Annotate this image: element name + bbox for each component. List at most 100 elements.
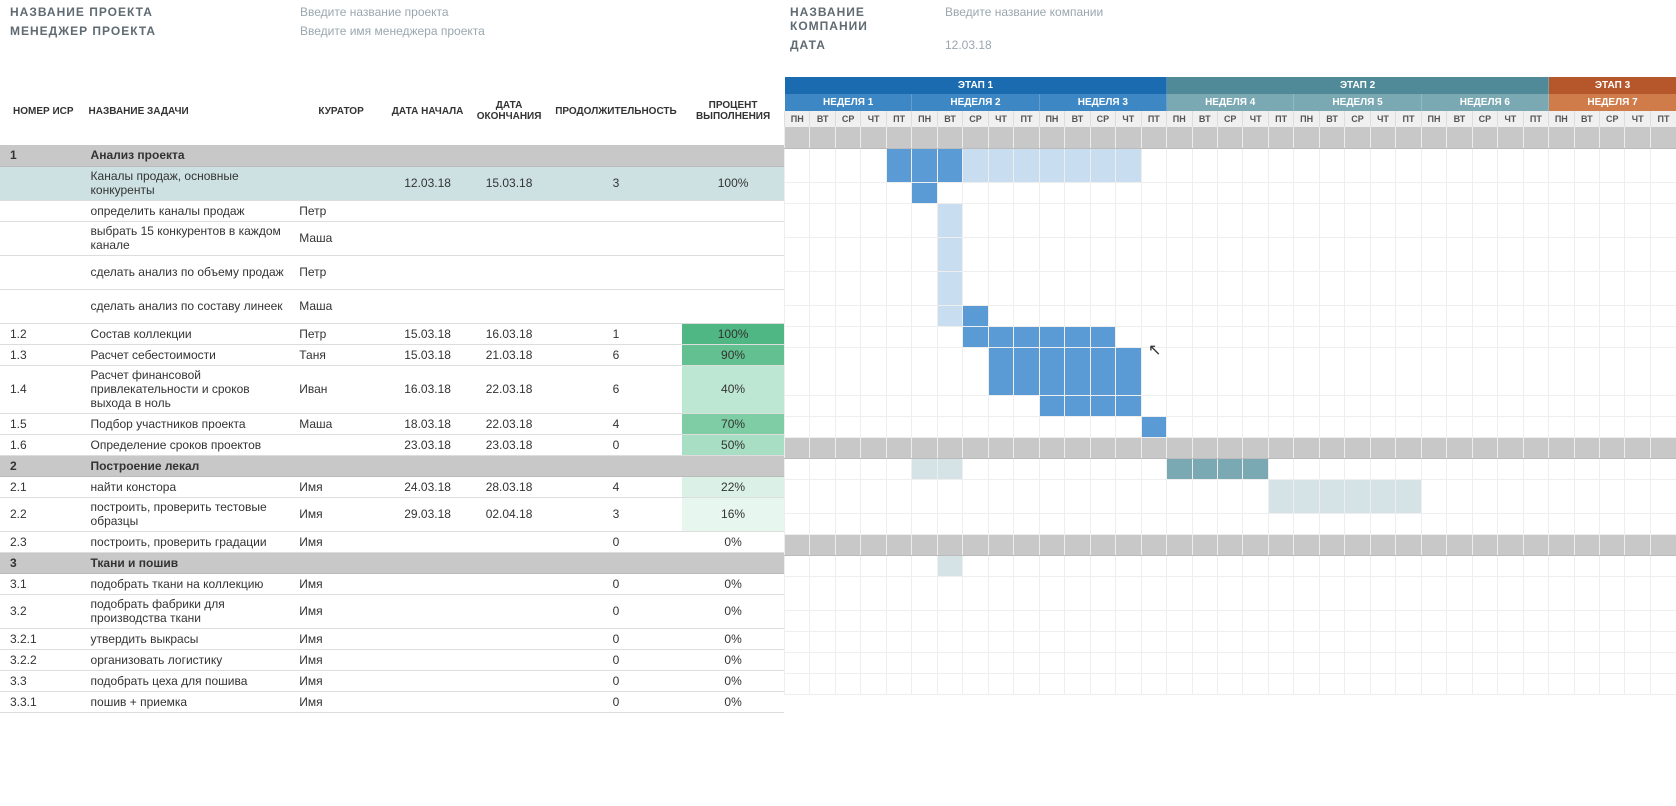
gantt-cell[interactable] — [1090, 631, 1115, 652]
gantt-cell[interactable] — [1014, 513, 1039, 534]
cell[interactable] — [550, 221, 682, 255]
gantt-cell[interactable] — [1319, 347, 1344, 395]
cell[interactable] — [387, 691, 468, 712]
gantt-cell[interactable] — [1549, 326, 1574, 347]
cell[interactable]: 50% — [682, 434, 784, 455]
gantt-cell[interactable] — [1650, 148, 1676, 182]
cell[interactable]: 3 — [550, 166, 682, 200]
gantt-cell[interactable] — [785, 555, 810, 576]
gantt-cell[interactable] — [1294, 576, 1319, 610]
gantt-cell[interactable] — [1039, 458, 1064, 479]
cell[interactable] — [468, 145, 549, 166]
gantt-cell[interactable] — [886, 513, 911, 534]
gantt-cell[interactable] — [1370, 610, 1395, 631]
gantt-cell[interactable] — [963, 347, 988, 395]
cell[interactable]: Имя — [295, 573, 387, 594]
gantt-cell[interactable] — [912, 610, 937, 631]
gantt-cell[interactable] — [1472, 458, 1497, 479]
gantt-cell[interactable] — [1574, 347, 1599, 395]
cell[interactable] — [0, 200, 87, 221]
gantt-cell[interactable] — [1065, 673, 1090, 694]
gantt-cell[interactable] — [1625, 326, 1650, 347]
gantt-cell[interactable] — [1498, 237, 1523, 271]
task-row[interactable]: 3.3подобрать цеха для пошиваИмя00% — [0, 670, 784, 691]
gantt-cell[interactable] — [1625, 416, 1650, 437]
gantt-cell[interactable] — [1472, 326, 1497, 347]
gantt-cell[interactable] — [1625, 673, 1650, 694]
gantt-cell[interactable] — [1345, 347, 1370, 395]
gantt-cell[interactable] — [1090, 479, 1115, 513]
day-header[interactable]: ЧТ — [861, 111, 886, 127]
gantt-cell[interactable] — [1650, 416, 1676, 437]
gantt-cell[interactable] — [1319, 326, 1344, 347]
gantt-cell[interactable] — [937, 203, 962, 237]
gantt-cell[interactable] — [810, 271, 835, 305]
day-header[interactable]: ПТ — [886, 111, 911, 127]
gantt-cell[interactable] — [963, 395, 988, 416]
gantt-cell[interactable] — [1065, 305, 1090, 326]
cell[interactable]: 0 — [550, 531, 682, 552]
gantt-cell[interactable] — [1268, 631, 1293, 652]
gantt-cell[interactable] — [785, 576, 810, 610]
gantt-cell[interactable] — [1090, 326, 1115, 347]
gantt-cell[interactable] — [1523, 395, 1548, 416]
gantt-cell[interactable] — [1141, 513, 1166, 534]
gantt-cell[interactable] — [861, 127, 886, 148]
cell[interactable] — [682, 455, 784, 476]
gantt-cell[interactable] — [861, 673, 886, 694]
gantt-cell[interactable] — [1498, 576, 1523, 610]
phase-header[interactable]: ЭТАП 1 — [785, 77, 1167, 94]
cell[interactable] — [468, 289, 549, 323]
gantt-cell[interactable] — [1014, 416, 1039, 437]
gantt-row[interactable] — [785, 555, 1676, 576]
gantt-cell[interactable] — [1141, 652, 1166, 673]
gantt-cell[interactable] — [1217, 576, 1242, 610]
gantt-cell[interactable] — [1523, 203, 1548, 237]
date-value[interactable]: 12.03.18 — [945, 38, 992, 52]
gantt-cell[interactable] — [1472, 127, 1497, 148]
gantt-cell[interactable] — [810, 673, 835, 694]
gantt-cell[interactable] — [1116, 182, 1141, 203]
gantt-timeline[interactable]: ЭТАП 1ЭТАП 2ЭТАП 3НЕДЕЛЯ 1НЕДЕЛЯ 2НЕДЕЛЯ… — [784, 77, 1676, 695]
gantt-cell[interactable] — [1014, 271, 1039, 305]
gantt-cell[interactable] — [1141, 182, 1166, 203]
gantt-cell[interactable] — [1498, 416, 1523, 437]
gantt-cell[interactable] — [1625, 148, 1650, 182]
gantt-cell[interactable] — [1294, 127, 1319, 148]
gantt-cell[interactable] — [1243, 416, 1268, 437]
gantt-cell[interactable] — [988, 534, 1013, 555]
gantt-cell[interactable] — [1396, 347, 1421, 395]
gantt-cell[interactable] — [1319, 437, 1344, 458]
gantt-cell[interactable] — [963, 305, 988, 326]
gantt-row[interactable] — [785, 673, 1676, 694]
gantt-cell[interactable] — [1141, 479, 1166, 513]
gantt-cell[interactable] — [1217, 534, 1242, 555]
gantt-cell[interactable] — [912, 182, 937, 203]
gantt-cell[interactable] — [861, 182, 886, 203]
gantt-cell[interactable] — [1014, 326, 1039, 347]
day-header[interactable]: ВТ — [810, 111, 835, 127]
gantt-cell[interactable] — [886, 610, 911, 631]
cell[interactable]: 22.03.18 — [468, 365, 549, 413]
cell[interactable] — [468, 221, 549, 255]
day-header[interactable]: ЧТ — [1625, 111, 1650, 127]
day-header[interactable]: ВТ — [937, 111, 962, 127]
gantt-cell[interactable] — [1192, 652, 1217, 673]
gantt-cell[interactable] — [1650, 458, 1676, 479]
gantt-cell[interactable] — [1650, 305, 1676, 326]
task-row[interactable]: 3.2.1утвердить выкрасыИмя00% — [0, 628, 784, 649]
gantt-cell[interactable] — [1167, 326, 1192, 347]
gantt-cell[interactable] — [1141, 203, 1166, 237]
gantt-cell[interactable] — [1600, 305, 1625, 326]
cell[interactable] — [387, 573, 468, 594]
gantt-cell[interactable] — [937, 576, 962, 610]
cell[interactable]: 3.2.1 — [0, 628, 87, 649]
gantt-cell[interactable] — [963, 479, 988, 513]
gantt-cell[interactable] — [1396, 203, 1421, 237]
gantt-cell[interactable] — [1370, 347, 1395, 395]
gantt-cell[interactable] — [785, 652, 810, 673]
task-row[interactable]: 1.4Расчет финансовой привлекательности и… — [0, 365, 784, 413]
gantt-cell[interactable] — [1039, 555, 1064, 576]
gantt-cell[interactable] — [1167, 347, 1192, 395]
cell[interactable]: 0% — [682, 649, 784, 670]
